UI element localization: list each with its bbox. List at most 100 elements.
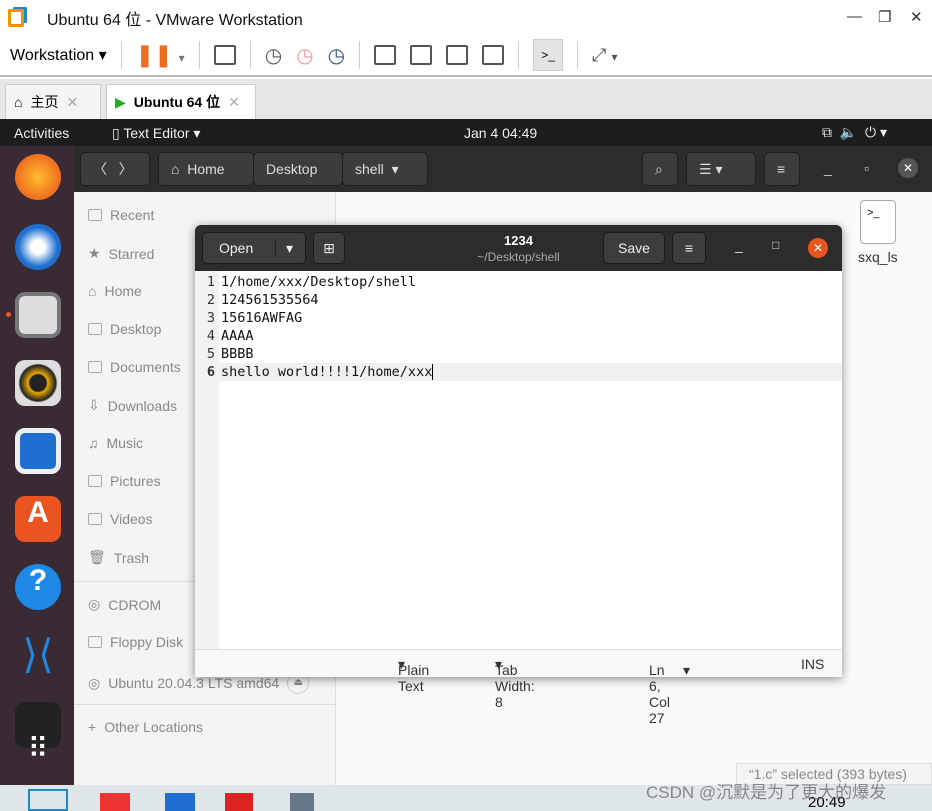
unity-icon[interactable]	[482, 45, 505, 65]
line-number: 3	[206, 310, 215, 326]
app-taskbar-icon[interactable]	[290, 793, 314, 811]
sidebar-item-other-locations[interactable]: + Other Locations	[88, 719, 203, 735]
code-line: AAAA	[221, 328, 254, 344]
document-path: ~/Desktop/shell	[477, 250, 560, 264]
search-icon[interactable]: ⌕	[642, 152, 678, 186]
editor-headerbar: Open ▾ ⊞ 1234 ~/Desktop/shell Save ≡ _ □ …	[195, 225, 842, 271]
tab-label: 主页	[30, 94, 59, 110]
code-line: 1/home/xxx/Desktop/shell	[221, 274, 417, 290]
sidebar-item-desktop[interactable]: Desktop	[88, 321, 161, 337]
close-tab-icon[interactable]: ✕	[228, 94, 240, 111]
code-line: 124561535564	[221, 292, 319, 308]
tab-home[interactable]: ⌂ 主页 ✕	[5, 84, 101, 119]
software-icon[interactable]: A	[15, 496, 61, 542]
line-number-current: 6	[206, 364, 215, 380]
library-view-icon[interactable]	[374, 45, 397, 65]
activities-button[interactable]: Activities	[14, 125, 69, 141]
app-taskbar-icon[interactable]	[165, 793, 195, 811]
files-header: 〈 〉 ⌂ Home Desktop shell ▾ ⌕ ☰ ▾ ≡ _ ▫ ✕	[74, 146, 932, 192]
files-icon[interactable]	[15, 292, 61, 338]
sidebar-item-cdrom[interactable]: ◎ CDROM	[88, 596, 161, 613]
sidebar-item-recent[interactable]: Recent	[88, 207, 154, 223]
app-taskbar-icon[interactable]	[225, 793, 253, 811]
home-icon: ⌂	[14, 94, 23, 110]
menu-icon[interactable]: ≡	[764, 152, 800, 186]
system-tray[interactable]: ⧉ 🔈 ⏻ ▾	[822, 124, 887, 141]
file-icon-executable[interactable]: >_	[860, 200, 896, 244]
gnome-topbar: Activities ▯ Text Editor ▾ Jan 4 04:49 ⧉…	[0, 119, 932, 146]
window-title: Ubuntu 64 位 - VMware Workstation	[47, 11, 303, 29]
console-view-icon[interactable]: >_	[533, 39, 564, 71]
rhythmbox-icon[interactable]	[15, 360, 61, 406]
snapshot-manager-icon[interactable]: ◷	[328, 43, 345, 68]
insert-mode[interactable]: INS	[801, 656, 824, 672]
language-selector[interactable]: Plain Text ▾	[398, 656, 429, 694]
sidebar-item-floppy[interactable]: Floppy Disk	[88, 634, 183, 650]
watermark: CSDN @沉默是为了更大的爆发	[646, 783, 887, 802]
close-tab-icon[interactable]: ✕	[66, 94, 78, 111]
revert-snapshot-icon[interactable]: ◷	[296, 43, 313, 68]
line-number: 2	[206, 292, 215, 308]
close-icon[interactable]: ✕	[808, 238, 828, 258]
code-line: BBBB	[221, 346, 254, 362]
editor-statusbar: Plain Text ▾ Tab Width: 8 ▾ Ln 6, Col 27…	[195, 649, 842, 726]
back-forward-buttons[interactable]: 〈 〉	[80, 152, 150, 186]
close-button[interactable]: ✕	[910, 8, 923, 26]
view-toggle[interactable]: ☰ ▾	[686, 152, 756, 186]
maximize-button[interactable]: ❐	[878, 8, 891, 26]
tab-label: Ubuntu 64 位	[133, 94, 221, 110]
sidebar-item-documents[interactable]: Documents	[88, 359, 181, 375]
path-desktop[interactable]: Desktop	[253, 152, 343, 186]
sidebar-item-home[interactable]: ⌂ Home	[88, 283, 142, 299]
minimize-icon[interactable]: _	[824, 160, 832, 176]
tab-ubuntu[interactable]: ▶ Ubuntu 64 位 ✕	[106, 84, 256, 119]
text-cursor	[432, 364, 434, 380]
help-icon[interactable]: ?	[15, 564, 61, 610]
sidebar-item-downloads[interactable]: ⇩ Downloads	[88, 397, 177, 414]
code-line: 15616AWFAG	[221, 310, 303, 326]
file-label[interactable]: sxq_ls	[858, 249, 898, 265]
line-number: 1	[206, 274, 215, 290]
path-home[interactable]: ⌂ Home	[158, 152, 254, 186]
maximize-icon[interactable]: □	[772, 238, 779, 252]
sidebar-item-trash[interactable]: 🗑 Trash	[88, 549, 149, 566]
vscode-icon[interactable]: ⟩⟨	[15, 632, 61, 678]
menu-button[interactable]: ≡	[672, 232, 706, 264]
close-icon[interactable]: ✕	[898, 158, 918, 178]
vm-running-icon: ▶	[115, 93, 126, 110]
workstation-menu[interactable]: Workstation ▾	[10, 45, 107, 65]
thumbnail-view-icon[interactable]	[410, 45, 433, 65]
text-editor-window: Open ▾ ⊞ 1234 ~/Desktop/shell Save ≡ _ □ …	[195, 225, 842, 726]
vmware-titlebar: Ubuntu 64 位 - VMware Workstation — ❐ ✕	[0, 0, 932, 35]
app-taskbar-icon[interactable]	[100, 793, 130, 811]
vmware-taskbar-icon[interactable]	[28, 789, 68, 811]
maximize-icon[interactable]: ▫	[864, 160, 869, 176]
clock[interactable]: Jan 4 04:49	[464, 125, 537, 141]
sidebar-item-starred[interactable]: ★ Starred	[88, 245, 154, 262]
snapshot-icon[interactable]: ◷	[265, 43, 282, 68]
line-number-gutter: 1 2 3 4 5 6	[195, 271, 219, 649]
firefox-icon[interactable]	[15, 154, 61, 200]
dock: A ? ⟩⟨ ⠿	[0, 146, 74, 785]
code-line-current: shello world!!!!1/home/xxx	[219, 363, 842, 381]
minimize-button[interactable]: —	[847, 8, 862, 25]
app-menu[interactable]: ▯ Text Editor ▾	[112, 125, 200, 142]
thunderbird-icon[interactable]	[15, 224, 61, 270]
vm-tabs: ⌂ 主页 ✕ ▶ Ubuntu 64 位 ✕	[0, 79, 932, 119]
stretch-icon[interactable]: ⤢ ▾	[592, 45, 617, 66]
minimize-icon[interactable]: _	[735, 237, 743, 253]
send-keys-icon[interactable]	[213, 45, 236, 65]
document-title: 1234	[504, 233, 533, 248]
writer-icon[interactable]	[15, 428, 61, 474]
line-number: 5	[206, 346, 215, 362]
tab-width-selector[interactable]: Tab Width: 8 ▾	[495, 656, 535, 710]
show-apps-icon[interactable]: ⠿	[15, 726, 61, 772]
sidebar-item-music[interactable]: ♫ Music	[88, 435, 143, 451]
sidebar-item-pictures[interactable]: Pictures	[88, 473, 161, 489]
sidebar-item-videos[interactable]: Videos	[88, 511, 153, 527]
save-button[interactable]: Save	[603, 232, 665, 264]
fullscreen-icon[interactable]	[446, 45, 469, 65]
pause-button[interactable]: ❚❚ ▾	[136, 42, 185, 68]
path-shell[interactable]: shell ▾	[342, 152, 428, 186]
text-area[interactable]: 1/home/xxx/Desktop/shell 124561535564 15…	[219, 271, 842, 381]
